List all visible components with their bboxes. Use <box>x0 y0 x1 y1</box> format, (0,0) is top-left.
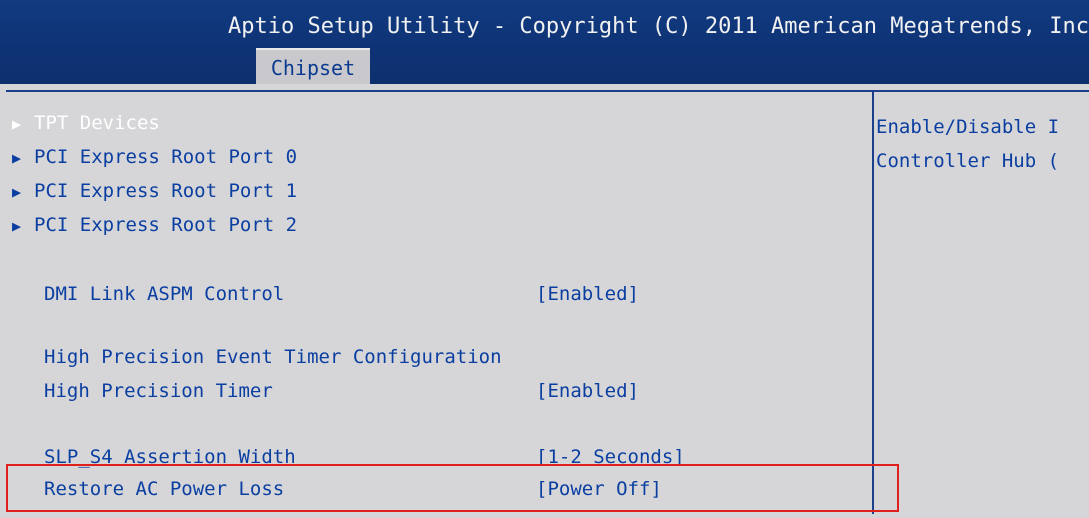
submenu-pci-root-port-0[interactable]: ▶ PCI Express Root Port 0 <box>12 146 297 168</box>
help-text-line-1: Enable/Disable I <box>876 116 1060 138</box>
submenu-label: TPT Devices <box>34 112 160 134</box>
submenu-label: PCI Express Root Port 0 <box>34 146 298 168</box>
setting-hpet-value[interactable]: [Enabled] <box>536 380 639 402</box>
submenu-tpt-devices[interactable]: ▶ TPT Devices <box>12 112 160 134</box>
tab-chipset[interactable]: Chipset <box>256 48 370 86</box>
help-text-line-2: Controller Hub ( <box>876 150 1060 172</box>
triangle-right-icon: ▶ <box>12 149 22 167</box>
setting-hpet-label[interactable]: High Precision Timer <box>44 380 273 402</box>
section-heading-hpet: High Precision Event Timer Configuration <box>44 346 502 368</box>
triangle-right-icon: ▶ <box>12 115 22 133</box>
triangle-right-icon: ▶ <box>12 183 22 201</box>
help-frame-divider <box>874 90 1089 92</box>
highlight-box <box>6 464 899 512</box>
submenu-label: PCI Express Root Port 1 <box>34 180 298 202</box>
submenu-label: PCI Express Root Port 2 <box>34 214 298 236</box>
submenu-pci-root-port-2[interactable]: ▶ PCI Express Root Port 2 <box>12 214 297 236</box>
bios-header: Aptio Setup Utility - Copyright (C) 2011… <box>0 0 1089 86</box>
triangle-right-icon: ▶ <box>12 217 22 235</box>
submenu-pci-root-port-1[interactable]: ▶ PCI Express Root Port 1 <box>12 180 297 202</box>
setting-dmi-link-aspm-value[interactable]: [Enabled] <box>536 283 639 305</box>
setting-dmi-link-aspm-label[interactable]: DMI Link ASPM Control <box>44 283 284 305</box>
bios-title: Aptio Setup Utility - Copyright (C) 2011… <box>228 14 1089 39</box>
